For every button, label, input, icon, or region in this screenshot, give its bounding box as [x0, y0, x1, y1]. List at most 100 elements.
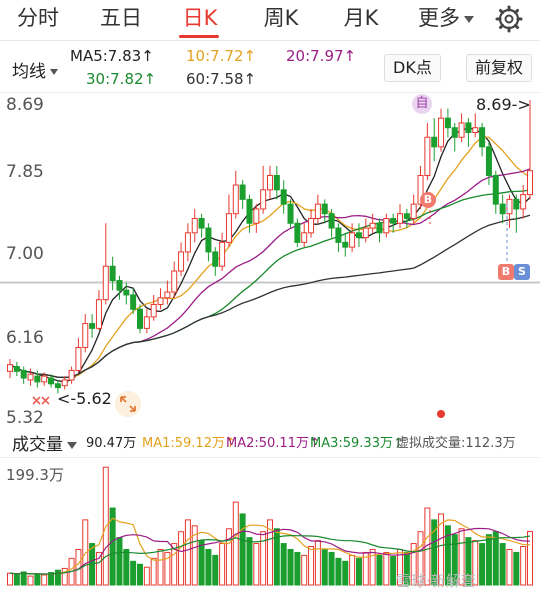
volume-bar — [355, 557, 362, 586]
volume-bar — [143, 566, 150, 586]
candle-body — [342, 241, 349, 248]
buy-badge[interactable]: B — [420, 192, 436, 208]
ma10-text: 10:7.72 — [186, 47, 244, 65]
volume-bar — [513, 551, 520, 586]
candle-body — [438, 117, 445, 148]
candle-body — [335, 227, 342, 243]
candle-body — [54, 383, 61, 389]
volume-bar — [383, 551, 390, 586]
volume-bar — [321, 548, 328, 586]
candle-body — [157, 297, 164, 305]
candle-body — [232, 184, 239, 215]
ma10-value: 10:7.72↑ — [186, 47, 256, 65]
candle-body — [171, 270, 178, 293]
candle-body — [239, 184, 246, 200]
candle-body — [260, 189, 267, 210]
volume-bar — [130, 560, 137, 586]
volume-bar — [34, 573, 41, 586]
volume-bar — [527, 530, 533, 586]
y-tick-label: 7.00 — [6, 244, 44, 264]
candle-body — [444, 117, 451, 129]
candles — [7, 100, 533, 394]
tab-weekly-k[interactable]: 周K — [253, 0, 309, 38]
volume-bar — [328, 551, 335, 586]
volume-selector-label: 成交量 — [12, 435, 63, 455]
ma-selector[interactable]: 均线 — [12, 57, 58, 82]
candle-body — [362, 227, 369, 239]
candle-body — [314, 203, 321, 219]
volume-bar — [376, 554, 383, 586]
candle-body — [465, 122, 472, 133]
collapse-arrows-icon[interactable] — [30, 393, 54, 415]
candle-body — [280, 189, 287, 205]
candle-body — [34, 375, 41, 383]
volume-bar — [184, 519, 191, 586]
candle-body — [253, 208, 260, 224]
candle-body — [89, 323, 96, 329]
sell-badge[interactable]: S — [514, 264, 530, 280]
volume-ma2: MA2:50.11万↑ — [226, 432, 320, 451]
candle-body — [246, 198, 253, 224]
buy-badge-2[interactable]: B — [498, 264, 514, 280]
volume-legend-bar: 成交量 90.47万 MA1:59.12万↑ MA2:50.11万↑ MA3:5… — [0, 428, 540, 456]
candle-body — [383, 217, 390, 234]
tab-monthly-k[interactable]: 月K — [333, 0, 389, 38]
volume-bar — [294, 551, 301, 586]
candle-body — [48, 377, 55, 385]
volume-ma1: MA1:59.12万↑ — [142, 432, 236, 451]
volume-bar — [219, 543, 226, 586]
tab-more[interactable]: 更多 — [410, 0, 482, 38]
ma60-arrow: ↑ — [243, 70, 257, 88]
candle-body — [95, 299, 102, 329]
candle-body — [164, 291, 171, 299]
candle-body — [109, 265, 116, 282]
ma5-text: MA5:7.83 — [70, 47, 142, 65]
volume-selector[interactable]: 成交量 — [12, 430, 77, 455]
volume-bar — [178, 531, 185, 586]
candle-body — [123, 289, 130, 296]
candlestick-chart — [0, 92, 540, 418]
volume-bar — [41, 574, 48, 586]
gear-icon[interactable] — [494, 4, 524, 34]
candle-body — [219, 241, 226, 267]
expand-icon[interactable] — [114, 390, 142, 418]
forward-adjust-button[interactable]: 前复权 — [466, 54, 533, 82]
candle-body — [527, 170, 533, 196]
volume-bars — [7, 466, 533, 586]
dk-point-button[interactable]: DK点 — [384, 54, 441, 82]
ma-selector-label: 均线 — [12, 62, 46, 82]
candle-body — [27, 373, 34, 381]
candle-body — [520, 194, 527, 210]
candle-body — [308, 217, 315, 234]
volume-bar — [150, 557, 157, 586]
volume-bar — [137, 563, 143, 586]
watermark: 雪球·新解套 — [396, 572, 476, 590]
candle-body — [355, 232, 362, 239]
candle-body — [143, 316, 150, 329]
tab-intraday[interactable]: 分时 — [10, 0, 66, 38]
tab-more-label: 更多 — [418, 6, 460, 30]
self-select-badge[interactable]: 自 — [412, 94, 432, 114]
volume-bar — [7, 572, 13, 586]
ma20-arrow: ↑ — [343, 47, 357, 65]
candle-body — [499, 203, 506, 215]
candle-body — [431, 136, 438, 148]
ma5-value: MA5:7.83↑ — [70, 47, 154, 65]
volume-bar — [205, 548, 212, 586]
chevron-down-icon — [67, 441, 77, 449]
period-tabs: 分时 五日 日K 周K 月K 更多 — [0, 0, 540, 41]
volume-bar — [253, 543, 260, 586]
volume-bar — [246, 537, 253, 586]
volume-bar — [492, 531, 499, 586]
volume-bar — [499, 543, 506, 586]
candle-body — [294, 222, 301, 243]
candle-body — [191, 217, 198, 234]
tab-five-day[interactable]: 五日 — [93, 0, 149, 38]
candle-body — [130, 294, 137, 310]
candle-body — [225, 213, 232, 243]
y-tick-label: 6.16 — [6, 328, 44, 348]
tab-daily-k[interactable]: 日K — [172, 0, 228, 38]
ma5-arrow: ↑ — [141, 47, 154, 65]
volume-bar — [232, 501, 239, 586]
candle-body — [451, 127, 458, 138]
